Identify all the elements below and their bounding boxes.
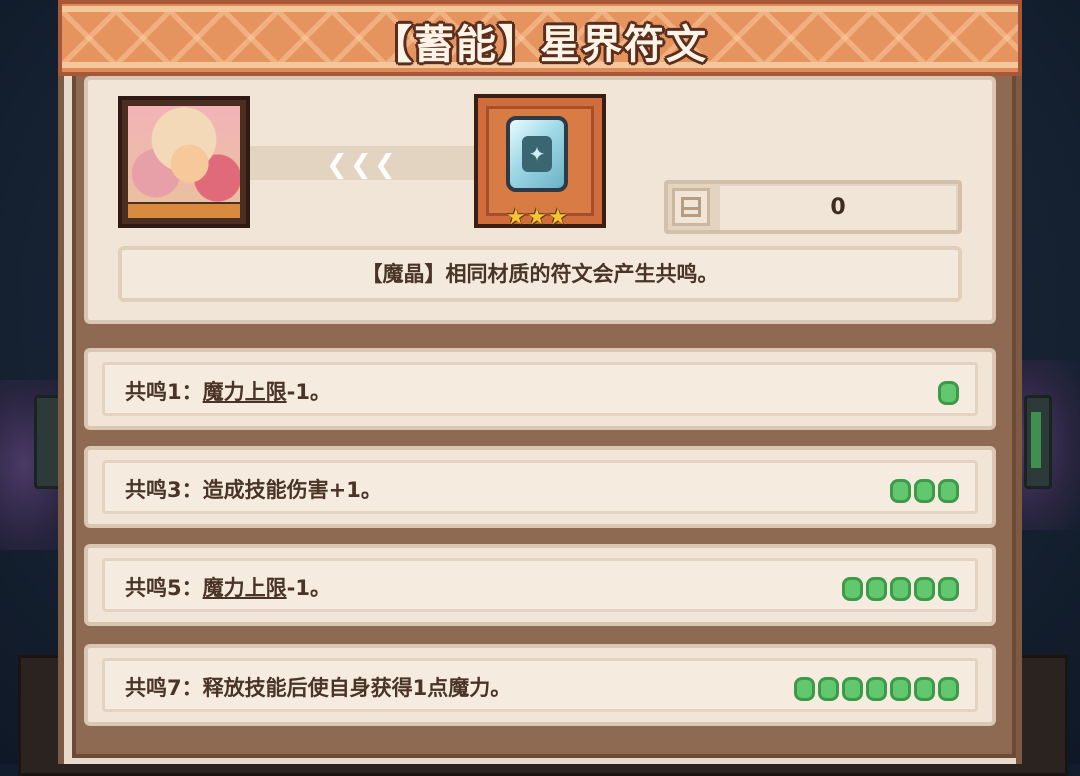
resonance-pip-icon	[866, 677, 887, 701]
resonance-pip-icon	[794, 677, 815, 701]
resonance-tier: 共鸣5：	[125, 576, 203, 600]
resonance-pips	[890, 479, 959, 503]
character-portrait[interactable]	[118, 96, 250, 228]
keyword-link[interactable]: 魔力上限	[203, 380, 287, 404]
resonance-pip-icon	[938, 577, 959, 601]
resonance-pip-icon	[914, 577, 935, 601]
portrait-base	[128, 204, 240, 218]
resonance-row: 共鸣3：造成技能伤害+1。	[84, 446, 996, 528]
star-icon: ★	[527, 205, 547, 230]
resonance-label: 共鸣1：魔力上限-1。	[125, 365, 331, 419]
resonance-label: 共鸣7：释放技能后使自身获得1点魔力。	[125, 661, 511, 715]
resonance-pip-icon	[914, 479, 935, 503]
chevron-left-icon: ❮	[326, 150, 348, 180]
resonance-label: 共鸣3：造成技能伤害+1。	[125, 463, 382, 517]
resonance-pip-icon	[890, 479, 911, 503]
resonance-pips	[938, 381, 959, 405]
chevron-left-icon: ❮	[350, 150, 372, 180]
title-bar: 【蓄能】星界符文	[58, 0, 1022, 76]
resonance-row: 共鸣7：释放技能后使自身获得1点魔力。	[84, 644, 996, 726]
rune-gem: ✦	[506, 116, 568, 192]
owned-count-value: 0	[720, 186, 956, 230]
rune-description: 【魔晶】相同材质的符文会产生共鸣。	[118, 246, 962, 302]
resonance-pip-icon	[842, 577, 863, 601]
resonance-row: 共鸣1：魔力上限-1。	[84, 348, 996, 430]
resonance-label: 共鸣5：魔力上限-1。	[125, 561, 331, 615]
resonance-pip-icon	[938, 381, 959, 405]
resonance-tier: 共鸣3：	[125, 478, 203, 502]
keyword-link[interactable]: 魔力上限	[203, 576, 287, 600]
rune-symbol-icon: ✦	[522, 136, 552, 172]
resonance-pips	[842, 577, 959, 601]
star-icon: ★	[548, 205, 568, 230]
resonance-pip-icon	[914, 677, 935, 701]
inventory-icon	[672, 188, 710, 226]
resonance-pip-icon	[866, 577, 887, 601]
chevron-left-icon: ❮	[374, 150, 396, 180]
resonance-pip-icon	[818, 677, 839, 701]
side-tab-right	[1024, 395, 1052, 489]
resonance-effect: 释放技能后使自身获得1点魔力。	[202, 676, 512, 700]
resonance-effect: -1。	[286, 380, 331, 404]
equip-arrow-track: ❮ ❮ ❮	[250, 146, 476, 180]
resonance-pip-icon	[938, 479, 959, 503]
star-icon: ★	[506, 205, 526, 230]
resonance-pip-icon	[938, 677, 959, 701]
resonance-tier: 共鸣1：	[125, 380, 203, 404]
resonance-effect: 造成技能伤害+1。	[202, 478, 382, 502]
page-title: 【蓄能】星界符文	[372, 22, 708, 68]
resonance-row: 共鸣5：魔力上限-1。	[84, 544, 996, 626]
resonance-pip-icon	[890, 677, 911, 701]
resonance-effect: -1。	[286, 576, 331, 600]
resonance-pips	[794, 677, 959, 701]
portrait-art	[128, 106, 240, 202]
resonance-pip-icon	[842, 677, 863, 701]
resonance-pip-icon	[890, 577, 911, 601]
rune-star-rating: ★★★	[506, 205, 576, 232]
resonance-tier: 共鸣7：	[125, 676, 203, 700]
